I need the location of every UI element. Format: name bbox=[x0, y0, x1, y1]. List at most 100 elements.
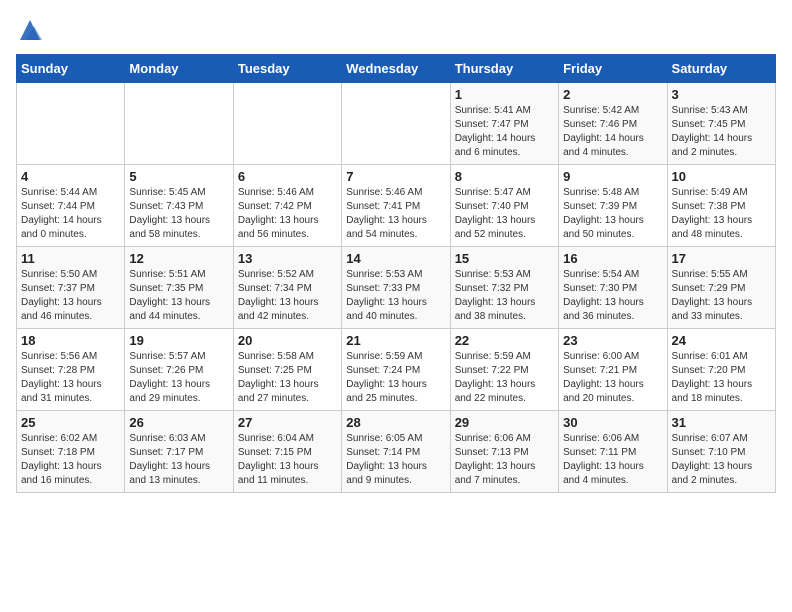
day-info: Sunrise: 6:03 AM Sunset: 7:17 PM Dayligh… bbox=[129, 432, 228, 488]
calendar-cell: 7 Sunrise: 5:46 AM Sunset: 7:41 PM Daylig… bbox=[342, 165, 450, 247]
day-info: Sunrise: 5:51 AM Sunset: 7:35 PM Dayligh… bbox=[129, 268, 228, 324]
calendar-cell: 28 Sunrise: 6:05 AM Sunset: 7:14 PM Dayli… bbox=[342, 411, 450, 493]
logo bbox=[16, 16, 48, 44]
day-number: 23 bbox=[563, 333, 662, 348]
calendar-table: SundayMondayTuesdayWednesdayThursdayFrid… bbox=[16, 54, 776, 493]
day-number: 5 bbox=[129, 169, 228, 184]
calendar-cell: 20 Sunrise: 5:58 AM Sunset: 7:25 PM Dayli… bbox=[233, 329, 341, 411]
calendar-week-row: 18 Sunrise: 5:56 AM Sunset: 7:28 PM Dayli… bbox=[17, 329, 776, 411]
day-info: Sunrise: 5:50 AM Sunset: 7:37 PM Dayligh… bbox=[21, 268, 120, 324]
calendar-cell: 2Sunrise: 5:42 AM Sunset: 7:46 PM Daylig… bbox=[559, 83, 667, 165]
day-number: 8 bbox=[455, 169, 554, 184]
day-number: 2 bbox=[563, 87, 662, 102]
day-info: Sunrise: 5:57 AM Sunset: 7:26 PM Dayligh… bbox=[129, 350, 228, 406]
day-info: Sunrise: 5:58 AM Sunset: 7:25 PM Dayligh… bbox=[238, 350, 337, 406]
day-info: Sunrise: 6:05 AM Sunset: 7:14 PM Dayligh… bbox=[346, 432, 445, 488]
day-number: 13 bbox=[238, 251, 337, 266]
day-number: 9 bbox=[563, 169, 662, 184]
day-number: 14 bbox=[346, 251, 445, 266]
calendar-cell: 30 Sunrise: 6:06 AM Sunset: 7:11 PM Dayli… bbox=[559, 411, 667, 493]
day-number: 26 bbox=[129, 415, 228, 430]
calendar-cell: 25 Sunrise: 6:02 AM Sunset: 7:18 PM Dayli… bbox=[17, 411, 125, 493]
day-info: Sunrise: 5:55 AM Sunset: 7:29 PM Dayligh… bbox=[672, 268, 771, 324]
calendar-week-row: 11 Sunrise: 5:50 AM Sunset: 7:37 PM Dayli… bbox=[17, 247, 776, 329]
day-number: 22 bbox=[455, 333, 554, 348]
calendar-cell: 26 Sunrise: 6:03 AM Sunset: 7:17 PM Dayli… bbox=[125, 411, 233, 493]
day-of-week-header: Sunday bbox=[17, 55, 125, 83]
calendar-cell: 8 Sunrise: 5:47 AM Sunset: 7:40 PM Daylig… bbox=[450, 165, 558, 247]
day-number: 3 bbox=[672, 87, 771, 102]
calendar-header-row: SundayMondayTuesdayWednesdayThursdayFrid… bbox=[17, 55, 776, 83]
day-info: Sunrise: 5:41 AM Sunset: 7:47 PM Dayligh… bbox=[455, 104, 554, 160]
day-number: 20 bbox=[238, 333, 337, 348]
day-info: Sunrise: 5:53 AM Sunset: 7:33 PM Dayligh… bbox=[346, 268, 445, 324]
day-number: 29 bbox=[455, 415, 554, 430]
day-number: 21 bbox=[346, 333, 445, 348]
calendar-cell: 29 Sunrise: 6:06 AM Sunset: 7:13 PM Dayli… bbox=[450, 411, 558, 493]
day-number: 12 bbox=[129, 251, 228, 266]
calendar-cell: 27 Sunrise: 6:04 AM Sunset: 7:15 PM Dayli… bbox=[233, 411, 341, 493]
page-header bbox=[16, 16, 776, 44]
day-number: 10 bbox=[672, 169, 771, 184]
day-info: Sunrise: 5:43 AM Sunset: 7:45 PM Dayligh… bbox=[672, 104, 771, 160]
day-number: 4 bbox=[21, 169, 120, 184]
calendar-cell bbox=[342, 83, 450, 165]
calendar-cell: 15Sunrise: 5:53 AM Sunset: 7:32 PM Dayli… bbox=[450, 247, 558, 329]
day-info: Sunrise: 5:46 AM Sunset: 7:42 PM Dayligh… bbox=[238, 186, 337, 242]
day-info: Sunrise: 5:49 AM Sunset: 7:38 PM Dayligh… bbox=[672, 186, 771, 242]
calendar-cell: 4 Sunrise: 5:44 AM Sunset: 7:44 PM Daylig… bbox=[17, 165, 125, 247]
calendar-cell: 3 Sunrise: 5:43 AM Sunset: 7:45 PM Daylig… bbox=[667, 83, 775, 165]
day-number: 27 bbox=[238, 415, 337, 430]
day-number: 1 bbox=[455, 87, 554, 102]
day-of-week-header: Monday bbox=[125, 55, 233, 83]
calendar-cell: 31 Sunrise: 6:07 AM Sunset: 7:10 PM Dayli… bbox=[667, 411, 775, 493]
day-number: 19 bbox=[129, 333, 228, 348]
calendar-cell: 13 Sunrise: 5:52 AM Sunset: 7:34 PM Dayli… bbox=[233, 247, 341, 329]
day-number: 30 bbox=[563, 415, 662, 430]
calendar-week-row: 25 Sunrise: 6:02 AM Sunset: 7:18 PM Dayli… bbox=[17, 411, 776, 493]
day-info: Sunrise: 5:44 AM Sunset: 7:44 PM Dayligh… bbox=[21, 186, 120, 242]
calendar-cell bbox=[233, 83, 341, 165]
day-info: Sunrise: 5:47 AM Sunset: 7:40 PM Dayligh… bbox=[455, 186, 554, 242]
day-info: Sunrise: 5:46 AM Sunset: 7:41 PM Dayligh… bbox=[346, 186, 445, 242]
day-number: 24 bbox=[672, 333, 771, 348]
calendar-week-row: 1 Sunrise: 5:41 AM Sunset: 7:47 PM Daylig… bbox=[17, 83, 776, 165]
day-number: 15 bbox=[455, 251, 554, 266]
day-number: 11 bbox=[21, 251, 120, 266]
day-number: 17 bbox=[672, 251, 771, 266]
day-number: 7 bbox=[346, 169, 445, 184]
day-info: Sunrise: 5:48 AM Sunset: 7:39 PM Dayligh… bbox=[563, 186, 662, 242]
calendar-cell: 12 Sunrise: 5:51 AM Sunset: 7:35 PM Dayli… bbox=[125, 247, 233, 329]
day-number: 28 bbox=[346, 415, 445, 430]
day-info: Sunrise: 6:06 AM Sunset: 7:13 PM Dayligh… bbox=[455, 432, 554, 488]
day-number: 18 bbox=[21, 333, 120, 348]
calendar-cell: 18 Sunrise: 5:56 AM Sunset: 7:28 PM Dayli… bbox=[17, 329, 125, 411]
day-number: 16 bbox=[563, 251, 662, 266]
calendar-cell: 9 Sunrise: 5:48 AM Sunset: 7:39 PM Daylig… bbox=[559, 165, 667, 247]
logo-icon bbox=[16, 16, 44, 44]
calendar-cell: 17 Sunrise: 5:55 AM Sunset: 7:29 PM Dayli… bbox=[667, 247, 775, 329]
day-of-week-header: Friday bbox=[559, 55, 667, 83]
calendar-cell: 5 Sunrise: 5:45 AM Sunset: 7:43 PM Daylig… bbox=[125, 165, 233, 247]
day-info: Sunrise: 5:45 AM Sunset: 7:43 PM Dayligh… bbox=[129, 186, 228, 242]
calendar-cell: 19 Sunrise: 5:57 AM Sunset: 7:26 PM Dayli… bbox=[125, 329, 233, 411]
day-info: Sunrise: 6:06 AM Sunset: 7:11 PM Dayligh… bbox=[563, 432, 662, 488]
day-of-week-header: Thursday bbox=[450, 55, 558, 83]
calendar-cell: 6Sunrise: 5:46 AM Sunset: 7:42 PM Daylig… bbox=[233, 165, 341, 247]
day-number: 31 bbox=[672, 415, 771, 430]
day-info: Sunrise: 5:56 AM Sunset: 7:28 PM Dayligh… bbox=[21, 350, 120, 406]
calendar-cell: 21Sunrise: 5:59 AM Sunset: 7:24 PM Dayli… bbox=[342, 329, 450, 411]
day-info: Sunrise: 5:52 AM Sunset: 7:34 PM Dayligh… bbox=[238, 268, 337, 324]
day-of-week-header: Tuesday bbox=[233, 55, 341, 83]
day-info: Sunrise: 6:07 AM Sunset: 7:10 PM Dayligh… bbox=[672, 432, 771, 488]
day-number: 25 bbox=[21, 415, 120, 430]
calendar-week-row: 4 Sunrise: 5:44 AM Sunset: 7:44 PM Daylig… bbox=[17, 165, 776, 247]
day-info: Sunrise: 6:04 AM Sunset: 7:15 PM Dayligh… bbox=[238, 432, 337, 488]
day-of-week-header: Saturday bbox=[667, 55, 775, 83]
calendar-cell: 14 Sunrise: 5:53 AM Sunset: 7:33 PM Dayli… bbox=[342, 247, 450, 329]
day-info: Sunrise: 5:54 AM Sunset: 7:30 PM Dayligh… bbox=[563, 268, 662, 324]
calendar-cell: 16 Sunrise: 5:54 AM Sunset: 7:30 PM Dayli… bbox=[559, 247, 667, 329]
day-info: Sunrise: 6:01 AM Sunset: 7:20 PM Dayligh… bbox=[672, 350, 771, 406]
day-info: Sunrise: 6:02 AM Sunset: 7:18 PM Dayligh… bbox=[21, 432, 120, 488]
day-info: Sunrise: 6:00 AM Sunset: 7:21 PM Dayligh… bbox=[563, 350, 662, 406]
